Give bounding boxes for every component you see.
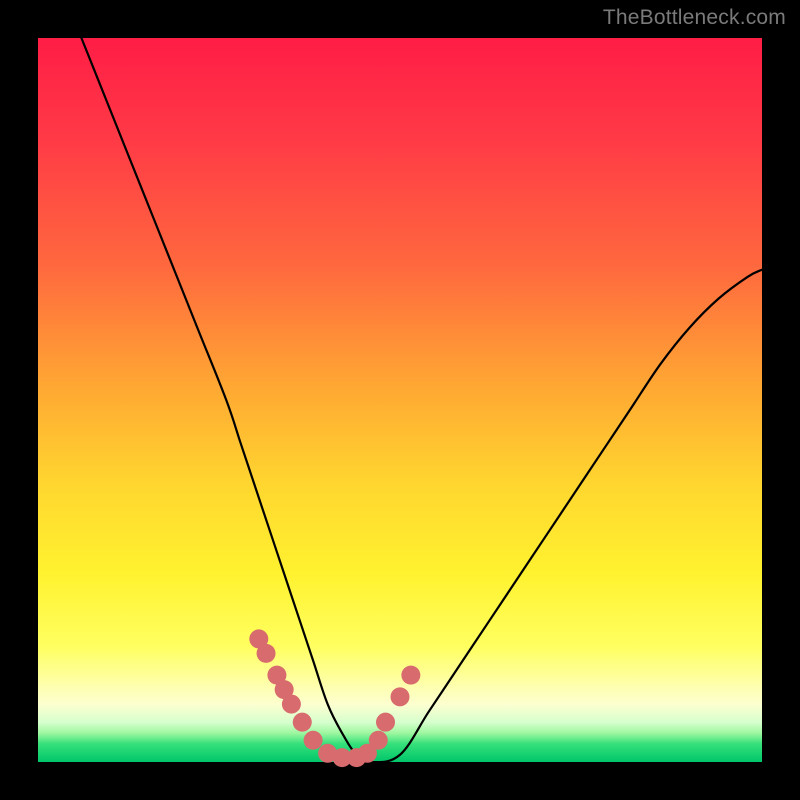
highlight-dot (401, 666, 420, 685)
highlight-dot (282, 695, 301, 714)
watermark-text: TheBottleneck.com (603, 6, 786, 30)
bottleneck-curve (81, 38, 762, 762)
highlight-dot (304, 731, 323, 750)
chart-frame: TheBottleneck.com (0, 0, 800, 800)
plot-area (38, 38, 762, 762)
highlight-dot (376, 713, 395, 732)
highlight-dot (369, 731, 388, 750)
curve-layer (38, 38, 762, 762)
highlight-dot (391, 687, 410, 706)
highlight-dot (257, 644, 276, 663)
highlight-dot (293, 713, 312, 732)
highlight-dots (249, 629, 420, 767)
